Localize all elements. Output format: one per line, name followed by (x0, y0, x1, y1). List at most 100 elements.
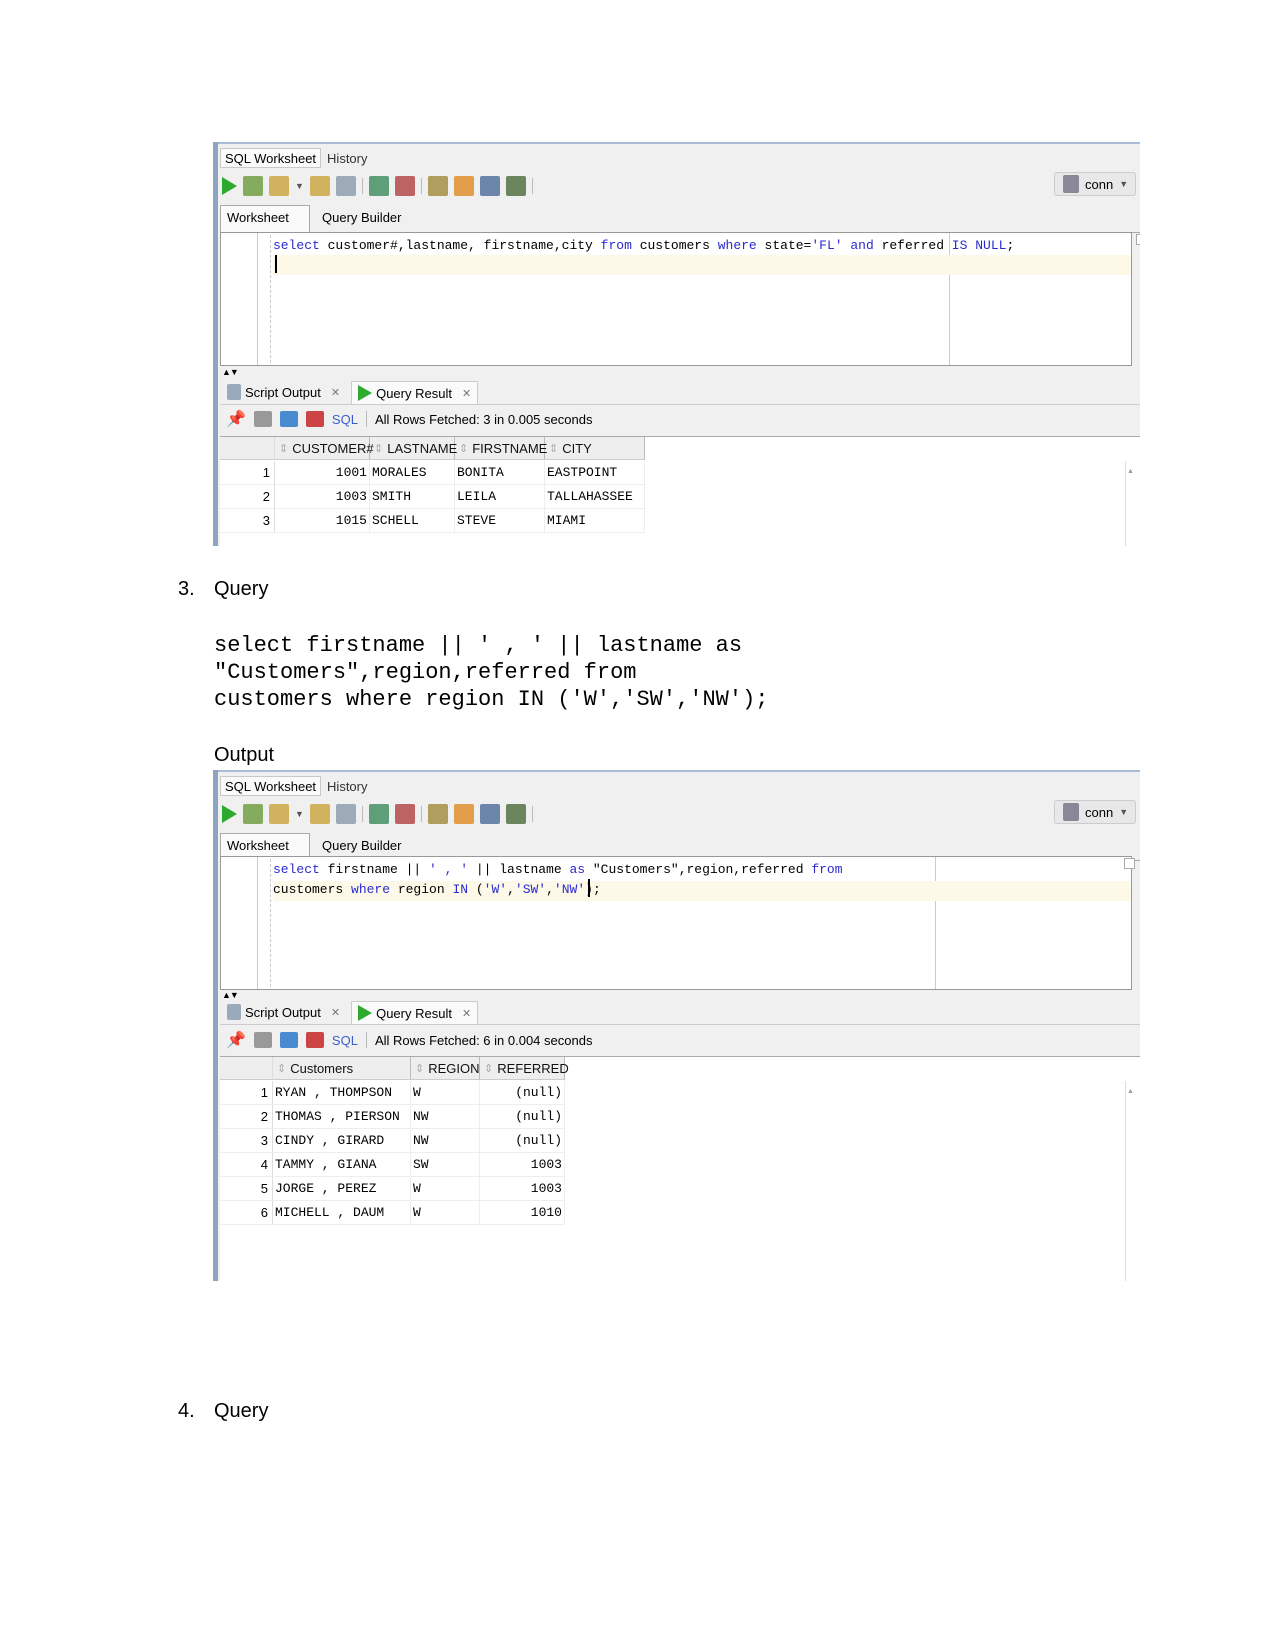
cancel-query-icon[interactable] (305, 1032, 324, 1048)
row-number-header (220, 1057, 273, 1080)
clear-icon[interactable] (453, 176, 474, 196)
format-icon[interactable] (505, 804, 526, 824)
explain-plan-icon[interactable] (309, 804, 330, 824)
cancel-query-icon[interactable] (305, 411, 324, 427)
dropdown-icon[interactable]: ▼ (295, 809, 304, 819)
row-number: 1 (220, 461, 275, 485)
column-header[interactable]: ⇕ FIRSTNAME (455, 437, 547, 460)
clear-icon[interactable] (453, 804, 474, 824)
tab-query-result[interactable]: Query Result ✕ (351, 381, 479, 404)
run-statement-icon[interactable] (222, 805, 237, 823)
sql-link[interactable]: SQL (332, 1033, 358, 1048)
grid-scrollbar[interactable]: ▲ (1125, 461, 1134, 546)
close-icon[interactable]: ✕ (331, 1006, 340, 1019)
table-cell: (null) (480, 1081, 565, 1105)
connection-selector[interactable]: conn ▼ (1054, 172, 1136, 196)
dropdown-icon[interactable]: ▼ (295, 181, 304, 191)
sql-editor[interactable]: select firstname || ' , ' || lastname as… (220, 856, 1132, 990)
tab-query-result[interactable]: Query Result ✕ (351, 1001, 479, 1024)
table-row[interactable]: 2 1003 SMITH LEILA TALLAHASSEE (220, 485, 645, 509)
print-icon[interactable] (253, 411, 272, 427)
close-icon[interactable]: ✕ (331, 386, 340, 399)
commit-icon[interactable] (269, 176, 289, 196)
table-row[interactable]: 4 TAMMY , GIANA SW 1003 (220, 1153, 565, 1177)
explain-plan-icon[interactable] (309, 176, 330, 196)
scroll-up-icon[interactable]: ▲ (1127, 468, 1134, 475)
panel-border (218, 770, 1140, 772)
refresh-icon[interactable] (279, 1032, 298, 1048)
column-header[interactable]: ⇕ Customers (273, 1057, 411, 1080)
tab-history[interactable]: History (322, 776, 372, 796)
column-label: REFERRED (497, 1060, 569, 1076)
run-icon (358, 1005, 373, 1021)
rollback-icon[interactable] (394, 804, 415, 824)
close-icon[interactable]: ✕ (462, 1007, 471, 1020)
sql-link[interactable]: SQL (332, 412, 358, 427)
row-number: 3 (220, 1129, 273, 1153)
code-token: as (569, 862, 586, 877)
column-header[interactable]: ⇕ REFERRED (480, 1057, 569, 1080)
close-icon[interactable]: ✕ (462, 387, 471, 400)
tab-label: Script Output (245, 384, 321, 400)
pin-icon[interactable]: 📌 (226, 409, 246, 429)
tab-query-builder[interactable]: Query Builder (310, 206, 407, 232)
column-header[interactable]: ⇕ LASTNAME (370, 437, 457, 460)
fetch-status: All Rows Fetched: 6 in 0.004 seconds (374, 1032, 593, 1048)
table-cell: W (411, 1201, 480, 1225)
commit-icon[interactable] (269, 804, 289, 824)
table-cell: (null) (480, 1105, 565, 1129)
table-row[interactable]: 1 RYAN , THOMPSON W (null) (220, 1081, 565, 1105)
column-label: REGION (428, 1060, 480, 1076)
table-row[interactable]: 3 CINDY , GIRARD NW (null) (220, 1129, 565, 1153)
column-header[interactable]: ⇕ REGION (411, 1057, 480, 1080)
section-label: Query (214, 578, 269, 600)
editor-scroll-indicator[interactable] (1136, 234, 1140, 245)
editor-scroll-indicator[interactable] (1124, 858, 1135, 869)
splitter-arrows[interactable]: ▲▼ (222, 367, 239, 377)
tab-sql-worksheet[interactable]: SQL Worksheet (220, 776, 322, 796)
history-icon[interactable] (479, 804, 500, 824)
autotrace-icon[interactable] (335, 804, 356, 824)
print-icon[interactable] (253, 1032, 272, 1048)
code-token: where (351, 882, 391, 897)
tab-history[interactable]: History (322, 148, 372, 168)
table-row[interactable]: 2 THOMAS , PIERSON NW (null) (220, 1105, 565, 1129)
row-number: 1 (220, 1081, 273, 1105)
sql-tuning-icon[interactable] (427, 804, 448, 824)
run-statement-icon[interactable] (222, 177, 237, 195)
rollback-icon[interactable] (394, 176, 415, 196)
sort-icon: ⇕ (484, 1062, 494, 1075)
format-icon[interactable] (505, 176, 526, 196)
table-cell: EASTPOINT (545, 461, 645, 485)
run-script-icon[interactable] (243, 804, 263, 824)
column-header[interactable]: ⇕ CUSTOMER# (275, 437, 374, 460)
column-header[interactable]: ⇕ CITY (545, 437, 645, 460)
table-row[interactable]: 5 JORGE , PEREZ W 1003 (220, 1177, 565, 1201)
commit-db-icon[interactable] (368, 804, 389, 824)
scroll-up-icon[interactable]: ▲ (1127, 1088, 1134, 1095)
database-icon (1063, 175, 1079, 193)
tab-script-output[interactable]: Script Output ✕ (220, 380, 347, 404)
run-script-icon[interactable] (243, 176, 263, 196)
table-row[interactable]: 3 1015 SCHELL STEVE MIAMI (220, 509, 645, 533)
table-row[interactable]: 6 MICHELL , DAUM W 1010 (220, 1201, 565, 1225)
pin-icon[interactable]: 📌 (226, 1030, 246, 1050)
script-output-icon (227, 384, 241, 400)
sql-editor[interactable]: select customer#,lastname, firstname,cit… (220, 232, 1132, 366)
sql-tuning-icon[interactable] (427, 176, 448, 196)
tab-sql-worksheet[interactable]: SQL Worksheet (220, 148, 322, 168)
tab-script-output[interactable]: Script Output ✕ (220, 1000, 347, 1024)
history-icon[interactable] (479, 176, 500, 196)
chevron-down-icon: ▼ (1119, 807, 1129, 817)
toolbar-separator (420, 178, 422, 194)
autotrace-icon[interactable] (335, 176, 356, 196)
tab-worksheet[interactable]: Worksheet (220, 205, 310, 232)
table-row[interactable]: 1 1001 MORALES BONITA EASTPOINT (220, 461, 645, 485)
grid-scrollbar[interactable]: ▲ (1125, 1081, 1134, 1281)
current-line-highlight (273, 255, 1131, 275)
commit-db-icon[interactable] (368, 176, 389, 196)
refresh-icon[interactable] (279, 411, 298, 427)
list-number: 4. (178, 1400, 195, 1422)
table-cell: 1003 (275, 485, 370, 509)
connection-selector[interactable]: conn ▼ (1054, 800, 1136, 824)
